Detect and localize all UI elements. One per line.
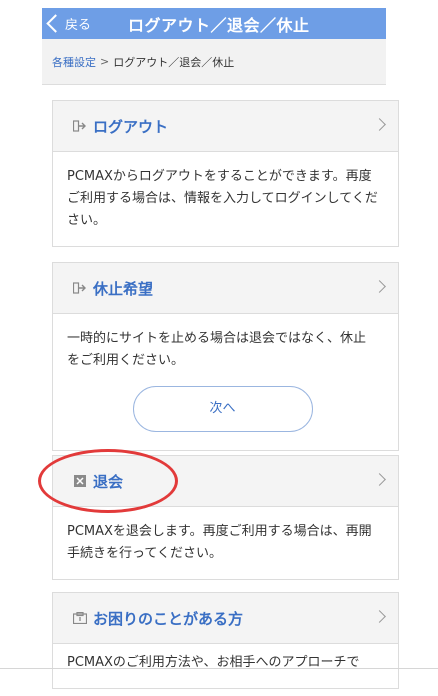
breadcrumb-current: ログアウト／退会／休止 bbox=[113, 55, 235, 69]
pause-arrow-icon bbox=[73, 281, 87, 295]
breadcrumb-separator: > bbox=[100, 55, 110, 68]
close-box-icon bbox=[73, 474, 87, 488]
back-button[interactable]: 戻る bbox=[42, 14, 91, 33]
chevron-right-icon bbox=[373, 280, 386, 293]
chevron-right-icon bbox=[373, 473, 386, 486]
chevron-left-icon bbox=[46, 14, 65, 33]
breadcrumb: 各種設定 > ログアウト／退会／休止 bbox=[42, 39, 386, 85]
divider bbox=[0, 668, 438, 669]
help-header[interactable]: お困りのことがある方 bbox=[53, 593, 398, 644]
withdraw-header[interactable]: 退会 bbox=[53, 456, 398, 507]
logout-title: ログアウト bbox=[93, 117, 169, 136]
pause-header[interactable]: 休止希望 bbox=[53, 263, 398, 314]
pause-body: 一時的にサイトを止める場合は退会ではなく、休止をご利用ください。 次へ bbox=[53, 314, 398, 450]
breadcrumb-link-settings[interactable]: 各種設定 bbox=[52, 54, 96, 70]
screen: 戻る ログアウト／退会／休止 各種設定 > ログアウト／退会／休止 ログアウト … bbox=[0, 0, 438, 696]
withdraw-description: PCMAXを退会します。再度ご利用する場合は、再開手続きを行ってください。 bbox=[67, 524, 372, 561]
logout-arrow-icon bbox=[73, 119, 87, 133]
help-description: PCMAXのご利用方法や、お相手へのアプローチで bbox=[67, 655, 360, 670]
logout-card: ログアウト PCMAXからログアウトをすることができます。再度ご利用する場合は、… bbox=[52, 100, 399, 247]
help-box-icon bbox=[73, 611, 87, 625]
withdraw-card: 退会 PCMAXを退会します。再度ご利用する場合は、再開手続きを行ってください。 bbox=[52, 455, 399, 580]
logout-description: PCMAXからログアウトをすることができます。再度ご利用する場合は、情報を入力し… bbox=[67, 169, 378, 228]
header-bar: 戻る ログアウト／退会／休止 bbox=[42, 8, 386, 39]
help-card: お困りのことがある方 PCMAXのご利用方法や、お相手へのアプローチで bbox=[52, 592, 399, 689]
logout-header[interactable]: ログアウト bbox=[53, 101, 398, 152]
withdraw-title: 退会 bbox=[93, 472, 124, 491]
pause-description: 一時的にサイトを止める場合は退会ではなく、休止をご利用ください。 bbox=[67, 331, 367, 368]
help-title: お困りのことがある方 bbox=[93, 609, 244, 628]
chevron-right-icon bbox=[373, 118, 386, 131]
page-title: ログアウト／退会／休止 bbox=[128, 16, 310, 35]
back-label: 戻る bbox=[65, 18, 92, 33]
pause-card: 休止希望 一時的にサイトを止める場合は退会ではなく、休止をご利用ください。 次へ bbox=[52, 262, 399, 451]
pause-title: 休止希望 bbox=[93, 279, 154, 298]
next-button[interactable]: 次へ bbox=[132, 386, 313, 432]
chevron-right-icon bbox=[373, 610, 386, 623]
